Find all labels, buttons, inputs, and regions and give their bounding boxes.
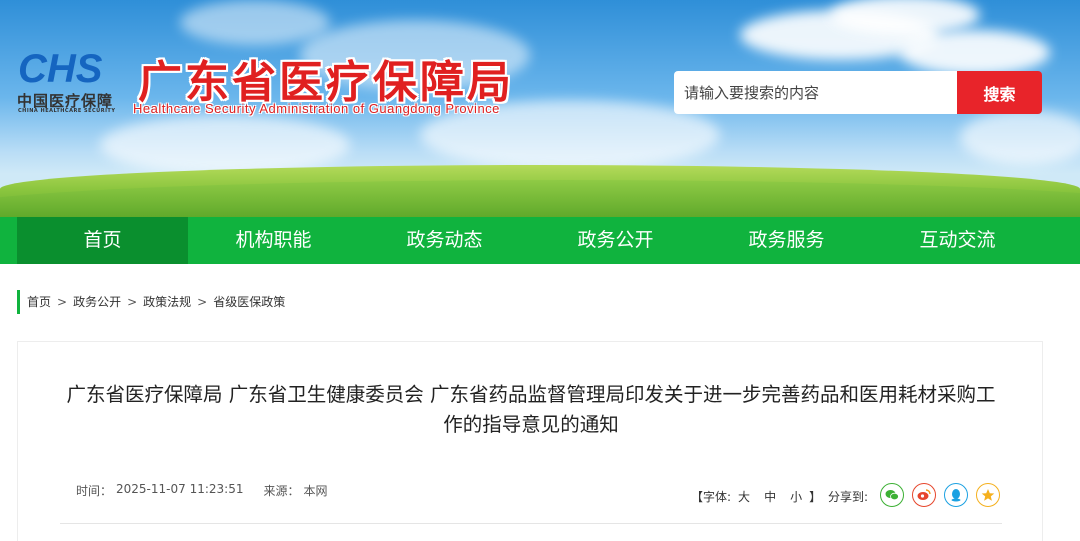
breadcrumb-disclosure[interactable]: 政务公开 (73, 290, 121, 314)
share-label: 分享到: (828, 490, 869, 504)
font-size-close: 】 (809, 490, 822, 504)
site-subtitle: Healthcare Security Administration of Gu… (133, 101, 500, 116)
breadcrumb-separator: > (197, 295, 208, 309)
font-size-medium[interactable]: 中 (764, 488, 776, 505)
svg-text:CHS: CHS (18, 48, 103, 88)
logo-english-text: CHINA HEALTHCARE SECURITY (18, 108, 116, 114)
nav-item-home[interactable]: 首页 (17, 217, 188, 264)
breadcrumb: 首页 > 政务公开 > 政策法规 > 省级医保政策 (17, 290, 285, 314)
share-icons (880, 483, 1008, 507)
article-meta: 时间： 2025-11-07 11:23:51 来源： 本网 (76, 482, 332, 499)
nav-item-organization[interactable]: 机构职能 (188, 217, 359, 264)
main-nav: 首页 机构职能 政务动态 政务公开 政务服务 互动交流 (0, 217, 1080, 264)
font-size-switcher: 【字体: 大 中 小 】 (691, 488, 821, 505)
search-button[interactable]: 搜索 (957, 71, 1042, 114)
time-label: 时间： (76, 484, 113, 498)
publish-time: 2025-11-07 11:23:51 (116, 482, 244, 496)
chs-logo-icon: CHS (18, 48, 103, 88)
font-size-small[interactable]: 小 (790, 488, 802, 505)
font-size-large[interactable]: 大 (738, 488, 750, 505)
breadcrumb-separator: > (57, 295, 68, 309)
qzone-icon[interactable] (976, 483, 1000, 507)
breadcrumb-provincial-policy[interactable]: 省级医保政策 (213, 290, 285, 314)
qq-icon[interactable] (944, 483, 968, 507)
breadcrumb-home[interactable]: 首页 (27, 290, 51, 314)
breadcrumb-policies[interactable]: 政策法规 (143, 290, 191, 314)
wechat-icon[interactable] (880, 483, 904, 507)
source-value: 本网 (303, 484, 328, 498)
nav-item-interaction[interactable]: 互动交流 (872, 217, 1043, 264)
search-input[interactable] (674, 71, 958, 114)
divider (60, 523, 1002, 524)
font-size-label: 【字体: (691, 490, 732, 504)
source-label: 来源： (263, 484, 300, 498)
weibo-icon[interactable] (912, 483, 936, 507)
nav-item-news[interactable]: 政务动态 (359, 217, 530, 264)
nav-item-disclosure[interactable]: 政务公开 (530, 217, 701, 264)
nav-item-services[interactable]: 政务服务 (701, 217, 872, 264)
article-card: 广东省医疗保障局 广东省卫生健康委员会 广东省药品监督管理局印发关于进一步完善药… (17, 341, 1043, 541)
breadcrumb-separator: > (127, 295, 138, 309)
article-title: 广东省医疗保障局 广东省卫生健康委员会 广东省药品监督管理局印发关于进一步完善药… (66, 383, 996, 436)
